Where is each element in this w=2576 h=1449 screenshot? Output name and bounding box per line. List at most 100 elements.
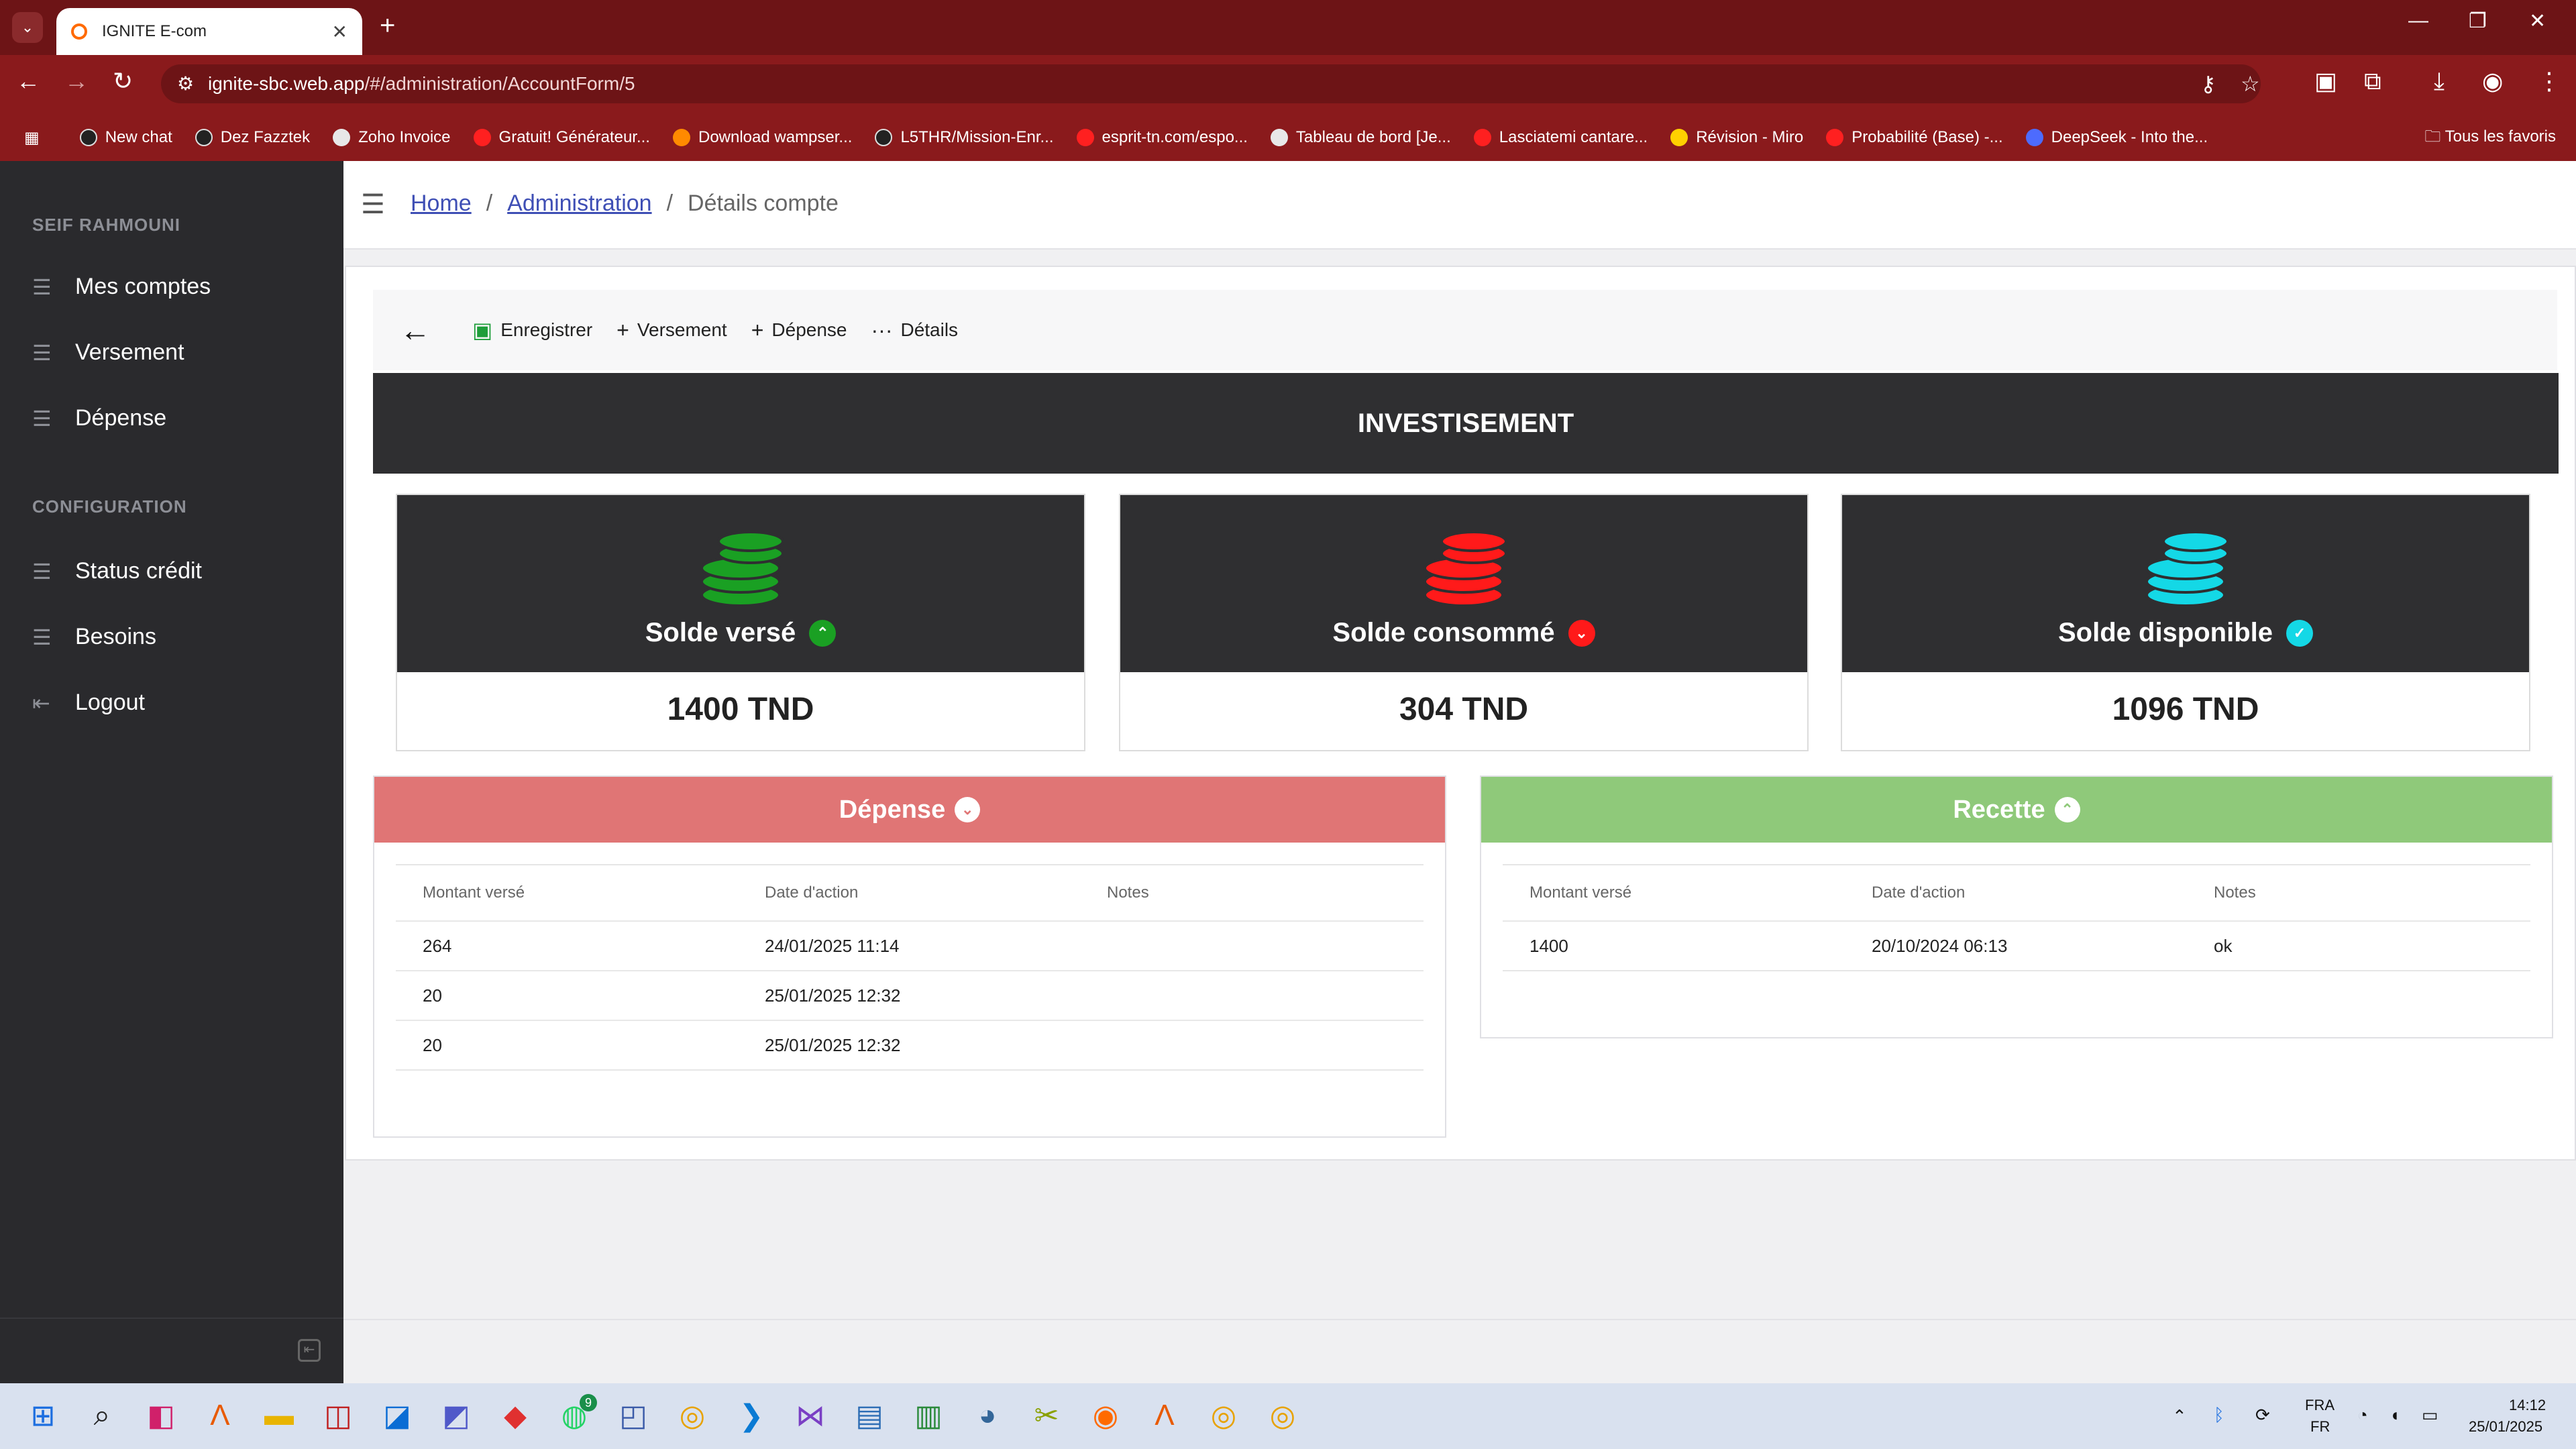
breadcrumb-home-link[interactable]: Home <box>411 191 472 217</box>
reload-icon[interactable]: ↻ <box>113 67 133 95</box>
bookmark-star-icon[interactable]: ☆ <box>2241 71 2260 97</box>
back-arrow-icon[interactable]: ← <box>400 312 431 348</box>
close-window-icon[interactable]: ✕ <box>2529 9 2546 33</box>
extensions-puzzle-icon[interactable]: ⧉ <box>2364 67 2381 96</box>
details-button[interactable]: ··· Détails <box>871 318 959 343</box>
column-header[interactable]: Date d'action <box>738 883 1080 902</box>
bookmark-item[interactable]: Lasciatemi cantare... <box>1473 128 1648 147</box>
chrome-icon[interactable]: ◎ <box>1205 1397 1242 1434</box>
breadcrumb-admin-link[interactable]: Administration <box>507 191 651 217</box>
sidebar-item-besoins[interactable]: ☰ Besoins <box>32 624 156 650</box>
firefox-icon[interactable]: ◉ <box>1087 1397 1124 1434</box>
close-tab-icon[interactable]: ✕ <box>332 21 347 43</box>
anydesk-icon[interactable]: ◆ <box>496 1397 534 1434</box>
bookmark-item[interactable]: Tableau de bord [Je... <box>1270 128 1451 147</box>
chrome-icon[interactable]: ◎ <box>674 1397 711 1434</box>
forward-icon[interactable]: → <box>64 67 89 95</box>
bookmark-item[interactable]: Révision - Miro <box>1670 128 1803 147</box>
github-icon <box>875 129 893 146</box>
sidebar-item-mes-comptes[interactable]: ☰ Mes comptes <box>32 274 211 300</box>
recette-panel-header[interactable]: Recette ⌃ <box>1481 777 2552 843</box>
bookmark-item[interactable]: Dez Fazztek <box>195 128 310 147</box>
back-icon[interactable]: ← <box>16 67 40 95</box>
teams-icon[interactable]: ◩ <box>437 1397 475 1434</box>
bookmark-item[interactable]: L5THR/Mission-Enr... <box>875 128 1054 147</box>
versement-button[interactable]: + Versement <box>616 318 727 343</box>
app-icon[interactable]: ◫ <box>319 1397 357 1434</box>
chevron-up-icon: ⌃ <box>2054 797 2080 822</box>
browser-tab[interactable]: IGNITE E-com ✕ <box>56 8 362 55</box>
bookmark-favicon-icon <box>1076 129 1094 146</box>
stat-label: Solde consommé <box>1332 618 1555 647</box>
depense-button[interactable]: + Dépense <box>751 318 847 343</box>
app-icon[interactable]: ▤ <box>851 1397 888 1434</box>
profile-avatar-icon[interactable]: ◉ <box>2482 67 2503 95</box>
outlook-icon[interactable]: ◪ <box>378 1397 416 1434</box>
sidebar-item-depense[interactable]: ☰ Dépense <box>32 405 166 431</box>
download-icon[interactable]: ⤓ <box>2434 67 2445 96</box>
tab-search-button[interactable]: ⌄ <box>12 12 43 43</box>
antigravity-icon[interactable]: Λ <box>201 1397 239 1434</box>
extension-icon[interactable]: ▣ <box>2314 67 2337 95</box>
file-explorer-icon[interactable]: ▬ <box>260 1397 298 1434</box>
language-indicator[interactable]: FRA <box>2305 1397 2334 1414</box>
url-bar[interactable]: ⚙ ignite-sbc.web.app/#/administration/Ac… <box>161 64 2261 103</box>
column-header[interactable]: Notes <box>1080 883 1402 902</box>
bookmark-item[interactable]: Gratuit! Générateur... <box>473 128 650 147</box>
bookmark-item[interactable]: DeepSeek - Into the... <box>2025 128 2208 147</box>
new-tab-button[interactable]: + <box>380 11 395 41</box>
keyboard-layout-indicator[interactable]: FR <box>2310 1418 2330 1436</box>
vscode-icon[interactable]: ❯ <box>733 1397 770 1434</box>
apps-grid-icon[interactable]: ▦ <box>24 128 40 148</box>
app-icon[interactable]: ◰ <box>614 1397 652 1434</box>
search-icon[interactable]: ⌕ <box>83 1397 121 1434</box>
site-info-icon[interactable]: ⚙ <box>177 72 194 95</box>
clock-time[interactable]: 14:12 <box>2509 1397 2546 1414</box>
app-icon[interactable]: ✂ <box>1028 1397 1065 1434</box>
table-row[interactable]: 20 25/01/2025 12:32 <box>396 970 1424 1020</box>
bookmark-item[interactable]: Zoho Invoice <box>333 128 451 147</box>
visual-studio-icon[interactable]: ⋈ <box>792 1397 829 1434</box>
app-icon[interactable]: ▥ <box>910 1397 947 1434</box>
windows-start-icon[interactable]: ⊞ <box>24 1397 62 1434</box>
depense-panel-header[interactable]: Dépense ⌄ <box>374 777 1445 843</box>
show-hidden-icons-icon[interactable]: ⌃ <box>2172 1406 2187 1427</box>
chevron-up-icon: ⌃ <box>809 619 837 647</box>
account-details-card: ← ▣ Enregistrer + Versement + Dépense ··· Dé… <box>345 266 2576 1161</box>
browser-menu-icon[interactable]: ⋮ <box>2537 67 2561 95</box>
bookmark-item[interactable]: esprit-tn.com/espo... <box>1076 128 1248 147</box>
volume-icon[interactable]: ◖ <box>2390 1405 2400 1426</box>
chrome-canary-icon[interactable]: ◎ <box>1264 1397 1301 1434</box>
column-header[interactable]: Montant versé <box>396 883 738 902</box>
hamburger-menu-icon[interactable]: ☰ <box>361 189 385 220</box>
sidebar-item-status-credit[interactable]: ☰ Status crédit <box>32 558 202 584</box>
save-button[interactable]: ▣ Enregistrer <box>472 317 592 343</box>
stat-label: Solde disponible <box>2057 618 2273 647</box>
sync-icon[interactable]: ⟳ <box>2255 1405 2270 1426</box>
details-button-label: Détails <box>900 319 959 340</box>
bookmark-item[interactable]: New chat <box>79 128 172 147</box>
clock-date[interactable]: 25/01/2025 <box>2469 1418 2542 1436</box>
whatsapp-icon[interactable]: ◍ 9 <box>555 1394 597 1434</box>
bookmark-item[interactable]: Probabilité (Base) -... <box>1826 128 2003 147</box>
battery-icon[interactable]: ▭ <box>2422 1405 2438 1426</box>
app-icon[interactable]: Λ <box>1146 1397 1183 1434</box>
all-favorites-folder[interactable]: 🗀 Tous les favoris <box>2424 125 2556 152</box>
column-header[interactable]: Date d'action <box>1845 883 2187 902</box>
column-header[interactable]: Notes <box>2187 883 2509 902</box>
postgresql-icon[interactable]: ◕ <box>969 1397 1006 1434</box>
column-header[interactable]: Montant versé <box>1503 883 1845 902</box>
bookmark-item[interactable]: Download wampser... <box>672 128 852 147</box>
table-row[interactable]: 1400 20/10/2024 06:13 ok <box>1503 920 2530 970</box>
jetbrains-icon[interactable]: ◧ <box>142 1397 180 1434</box>
sidebar-item-versement[interactable]: ☰ Versement <box>32 339 184 366</box>
password-key-icon[interactable]: ⚷ <box>2200 71 2216 97</box>
wifi-icon[interactable]: ◔ <box>2357 1405 2368 1426</box>
minimize-icon[interactable]: — <box>2408 9 2428 32</box>
sidebar-item-logout[interactable]: ⇤ Logout <box>32 690 145 716</box>
table-row[interactable]: 264 24/01/2025 11:14 <box>396 920 1424 970</box>
restore-icon[interactable]: ❐ <box>2469 9 2487 33</box>
table-row[interactable]: 20 25/01/2025 12:32 <box>396 1020 1424 1069</box>
bluetooth-icon[interactable]: ᛒ <box>2214 1405 2224 1426</box>
collapse-sidebar-icon[interactable]: ⇤ <box>298 1339 321 1362</box>
